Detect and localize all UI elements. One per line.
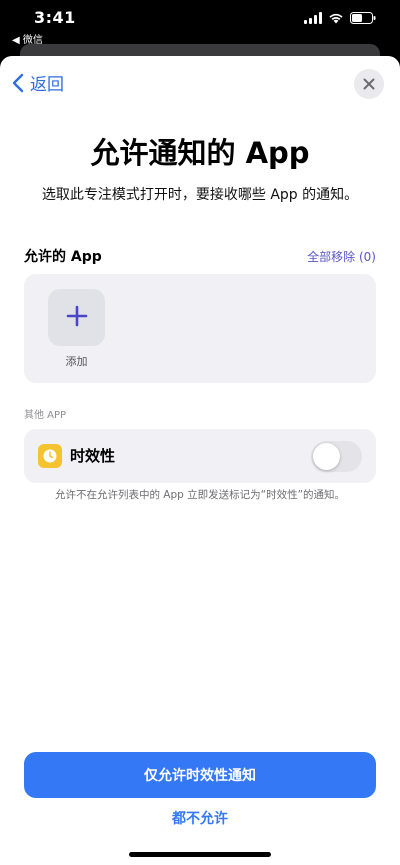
close-icon	[363, 75, 375, 94]
timely-label: 时效性	[70, 447, 116, 465]
close-button[interactable]	[354, 69, 384, 99]
status-icons	[304, 12, 376, 24]
back-button[interactable]: 返回	[12, 70, 64, 95]
other-apps-label: 其他 APP	[24, 410, 67, 421]
battery-icon	[350, 12, 376, 24]
plus-icon	[66, 305, 88, 331]
timely-footnote: 允许不在允许列表中的 App 立即发送标记为“时效性”的通知。	[54, 489, 346, 501]
back-button-label: 返回	[30, 75, 64, 95]
timely-toggle[interactable]	[311, 441, 362, 472]
clock-icon	[38, 444, 62, 468]
allow-timely-only-button[interactable]: 仅允许时效性通知	[24, 752, 376, 798]
page-title: 允许通知的 App	[90, 136, 310, 170]
add-app-button[interactable]	[48, 289, 105, 346]
add-app-label: 添加	[65, 355, 88, 368]
allow-none-button[interactable]: 都不允许	[0, 808, 400, 828]
home-indicator	[129, 852, 271, 857]
allowed-apps-title: 允许的 App	[24, 249, 102, 265]
chevron-left-icon	[12, 73, 24, 93]
toggle-knob	[313, 443, 340, 470]
wifi-icon	[328, 12, 344, 24]
status-bar: 3:41 ◀ 微信	[0, 0, 400, 46]
allowed-apps-card: 添加	[24, 274, 376, 383]
timely-notifications-row: 时效性	[24, 429, 376, 483]
allowed-apps-header: 允许的 App 全部移除 (0)	[24, 246, 376, 266]
remove-all-button[interactable]: 全部移除 (0)	[307, 248, 376, 265]
status-time: 3:41	[34, 8, 76, 27]
notification-apps-sheet: 返回 允许通知的 App 选取此专注模式打开时，要接收哪些 App 的通知。 允…	[0, 56, 400, 865]
cellular-signal-icon	[304, 12, 322, 24]
page-subtitle: 选取此专注模式打开时，要接收哪些 App 的通知。	[41, 187, 359, 203]
